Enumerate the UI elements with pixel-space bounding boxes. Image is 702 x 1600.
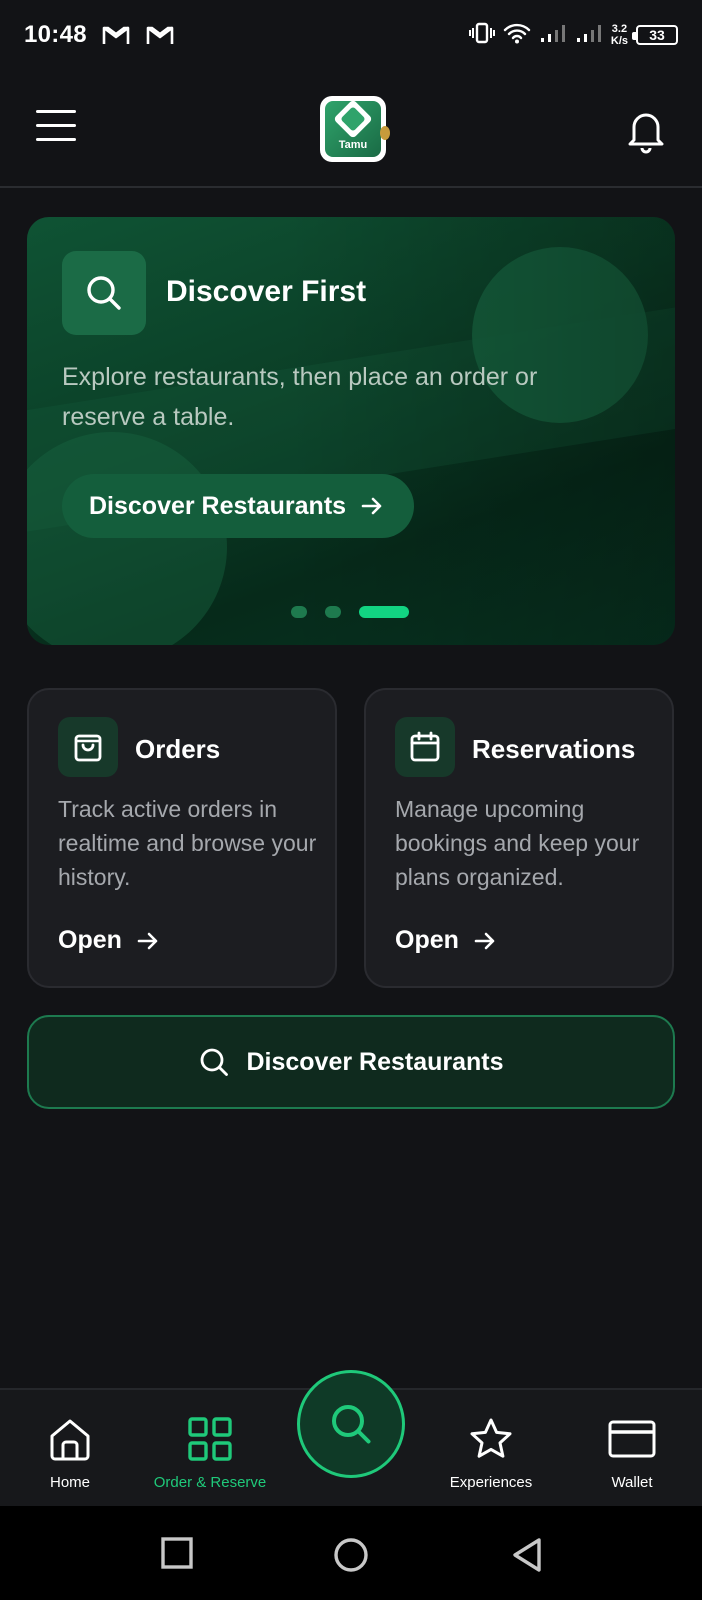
orders-description: Track active orders in realtime and brow…	[58, 796, 317, 890]
network-speed-unit: K/s	[610, 35, 628, 47]
carousel-dot[interactable]	[291, 606, 307, 618]
hero-discover-restaurants-button[interactable]: Discover Restaurants	[62, 474, 415, 538]
orders-title: Orders	[135, 734, 221, 764]
reservations-description: Manage upcoming bookings and keep your p…	[395, 796, 640, 890]
search-icon	[332, 1405, 371, 1444]
hero-carousel-card[interactable]: Discover First Explore restaurants, then…	[27, 217, 675, 645]
carousel-dot[interactable]	[325, 606, 341, 618]
search-icon	[87, 276, 121, 310]
vibrate-icon	[468, 22, 495, 49]
signal-icon	[575, 22, 603, 49]
nav-experiences[interactable]: Experiences	[421, 1414, 561, 1491]
carousel-indicator	[291, 606, 409, 618]
hero-description: Explore restaurants, then place an order…	[62, 363, 538, 431]
nav-home[interactable]: Home	[0, 1414, 140, 1491]
logo-badge: Tamu	[325, 101, 381, 157]
calendar-icon	[410, 731, 440, 762]
menu-button[interactable]	[36, 110, 78, 152]
star-icon	[421, 1414, 561, 1464]
gmail-icon	[101, 24, 131, 46]
nav-order-reserve[interactable]: Order & Reserve	[140, 1414, 280, 1491]
orders-open-link[interactable]: Open	[58, 926, 160, 955]
recent-apps-button[interactable]	[160, 1536, 194, 1575]
reservations-card[interactable]: Reservations Manage upcoming bookings an…	[364, 688, 674, 988]
reservations-open-label: Open	[395, 926, 459, 954]
hero-button-label: Discover Restaurants	[89, 491, 347, 520]
battery-indicator: 33	[632, 25, 678, 45]
search-icon	[201, 1048, 229, 1076]
nav-experiences-label: Experiences	[449, 1474, 533, 1491]
arrow-right-icon	[361, 497, 382, 515]
orders-card[interactable]: Orders Track active orders in realtime a…	[27, 688, 337, 988]
logo-text: Tamu	[338, 139, 368, 151]
nav-wallet-label: Wallet	[611, 1474, 653, 1491]
status-right: 3.2 K/s 33	[468, 22, 678, 49]
back-triangle-icon	[513, 1538, 541, 1572]
circle-icon	[334, 1538, 368, 1572]
bell-icon	[628, 113, 664, 154]
notifications-button[interactable]	[624, 106, 668, 154]
wallet-icon	[562, 1414, 702, 1464]
reservations-open-link[interactable]: Open	[395, 926, 497, 955]
app-header: Tamu	[0, 80, 702, 188]
system-navigation-bar	[0, 1506, 702, 1600]
gmail-icon	[145, 24, 175, 46]
app-logo[interactable]: Tamu	[320, 96, 390, 162]
nav-search-button[interactable]	[297, 1370, 405, 1478]
nav-order-reserve-label: Order & Reserve	[153, 1474, 267, 1491]
discover-restaurants-label: Discover Restaurants	[246, 1047, 504, 1076]
back-button[interactable]	[510, 1536, 544, 1579]
logo-coin-icon	[380, 126, 390, 140]
menu-icon-bar	[36, 110, 76, 113]
menu-icon-bar	[36, 138, 76, 141]
network-speed-value: 3.2	[611, 23, 628, 35]
hero-search-icon-box	[62, 251, 146, 335]
hero-title: Discover First	[166, 275, 367, 308]
signal-icon	[539, 22, 567, 49]
nav-wallet[interactable]: Wallet	[562, 1414, 702, 1491]
orders-icon-box	[58, 717, 118, 777]
home-system-button[interactable]	[332, 1536, 370, 1579]
discover-restaurants-button[interactable]: Discover Restaurants	[27, 1015, 675, 1109]
arrow-right-icon	[137, 932, 158, 949]
wifi-icon	[503, 22, 531, 49]
arrow-right-icon	[474, 932, 495, 949]
nav-home-label: Home	[49, 1474, 90, 1491]
status-bar: 10:48 3.2 K/s 33	[0, 0, 702, 70]
logo-diamond-icon	[333, 101, 373, 139]
status-left: 10:48	[24, 21, 175, 49]
bottom-navigation: Home Order & Reserve Experiences Wallet	[0, 1370, 702, 1506]
menu-icon-bar	[36, 124, 76, 127]
home-icon	[0, 1414, 140, 1464]
carousel-dot-active[interactable]	[359, 606, 409, 618]
reservations-icon-box	[395, 717, 455, 777]
grid-icon	[140, 1414, 280, 1464]
network-speed: 3.2 K/s	[611, 23, 628, 47]
orders-open-label: Open	[58, 926, 122, 954]
square-icon	[161, 1537, 193, 1569]
reservations-title: Reservations	[472, 734, 636, 764]
shopping-bag-icon	[74, 734, 102, 762]
status-time: 10:48	[24, 21, 87, 48]
